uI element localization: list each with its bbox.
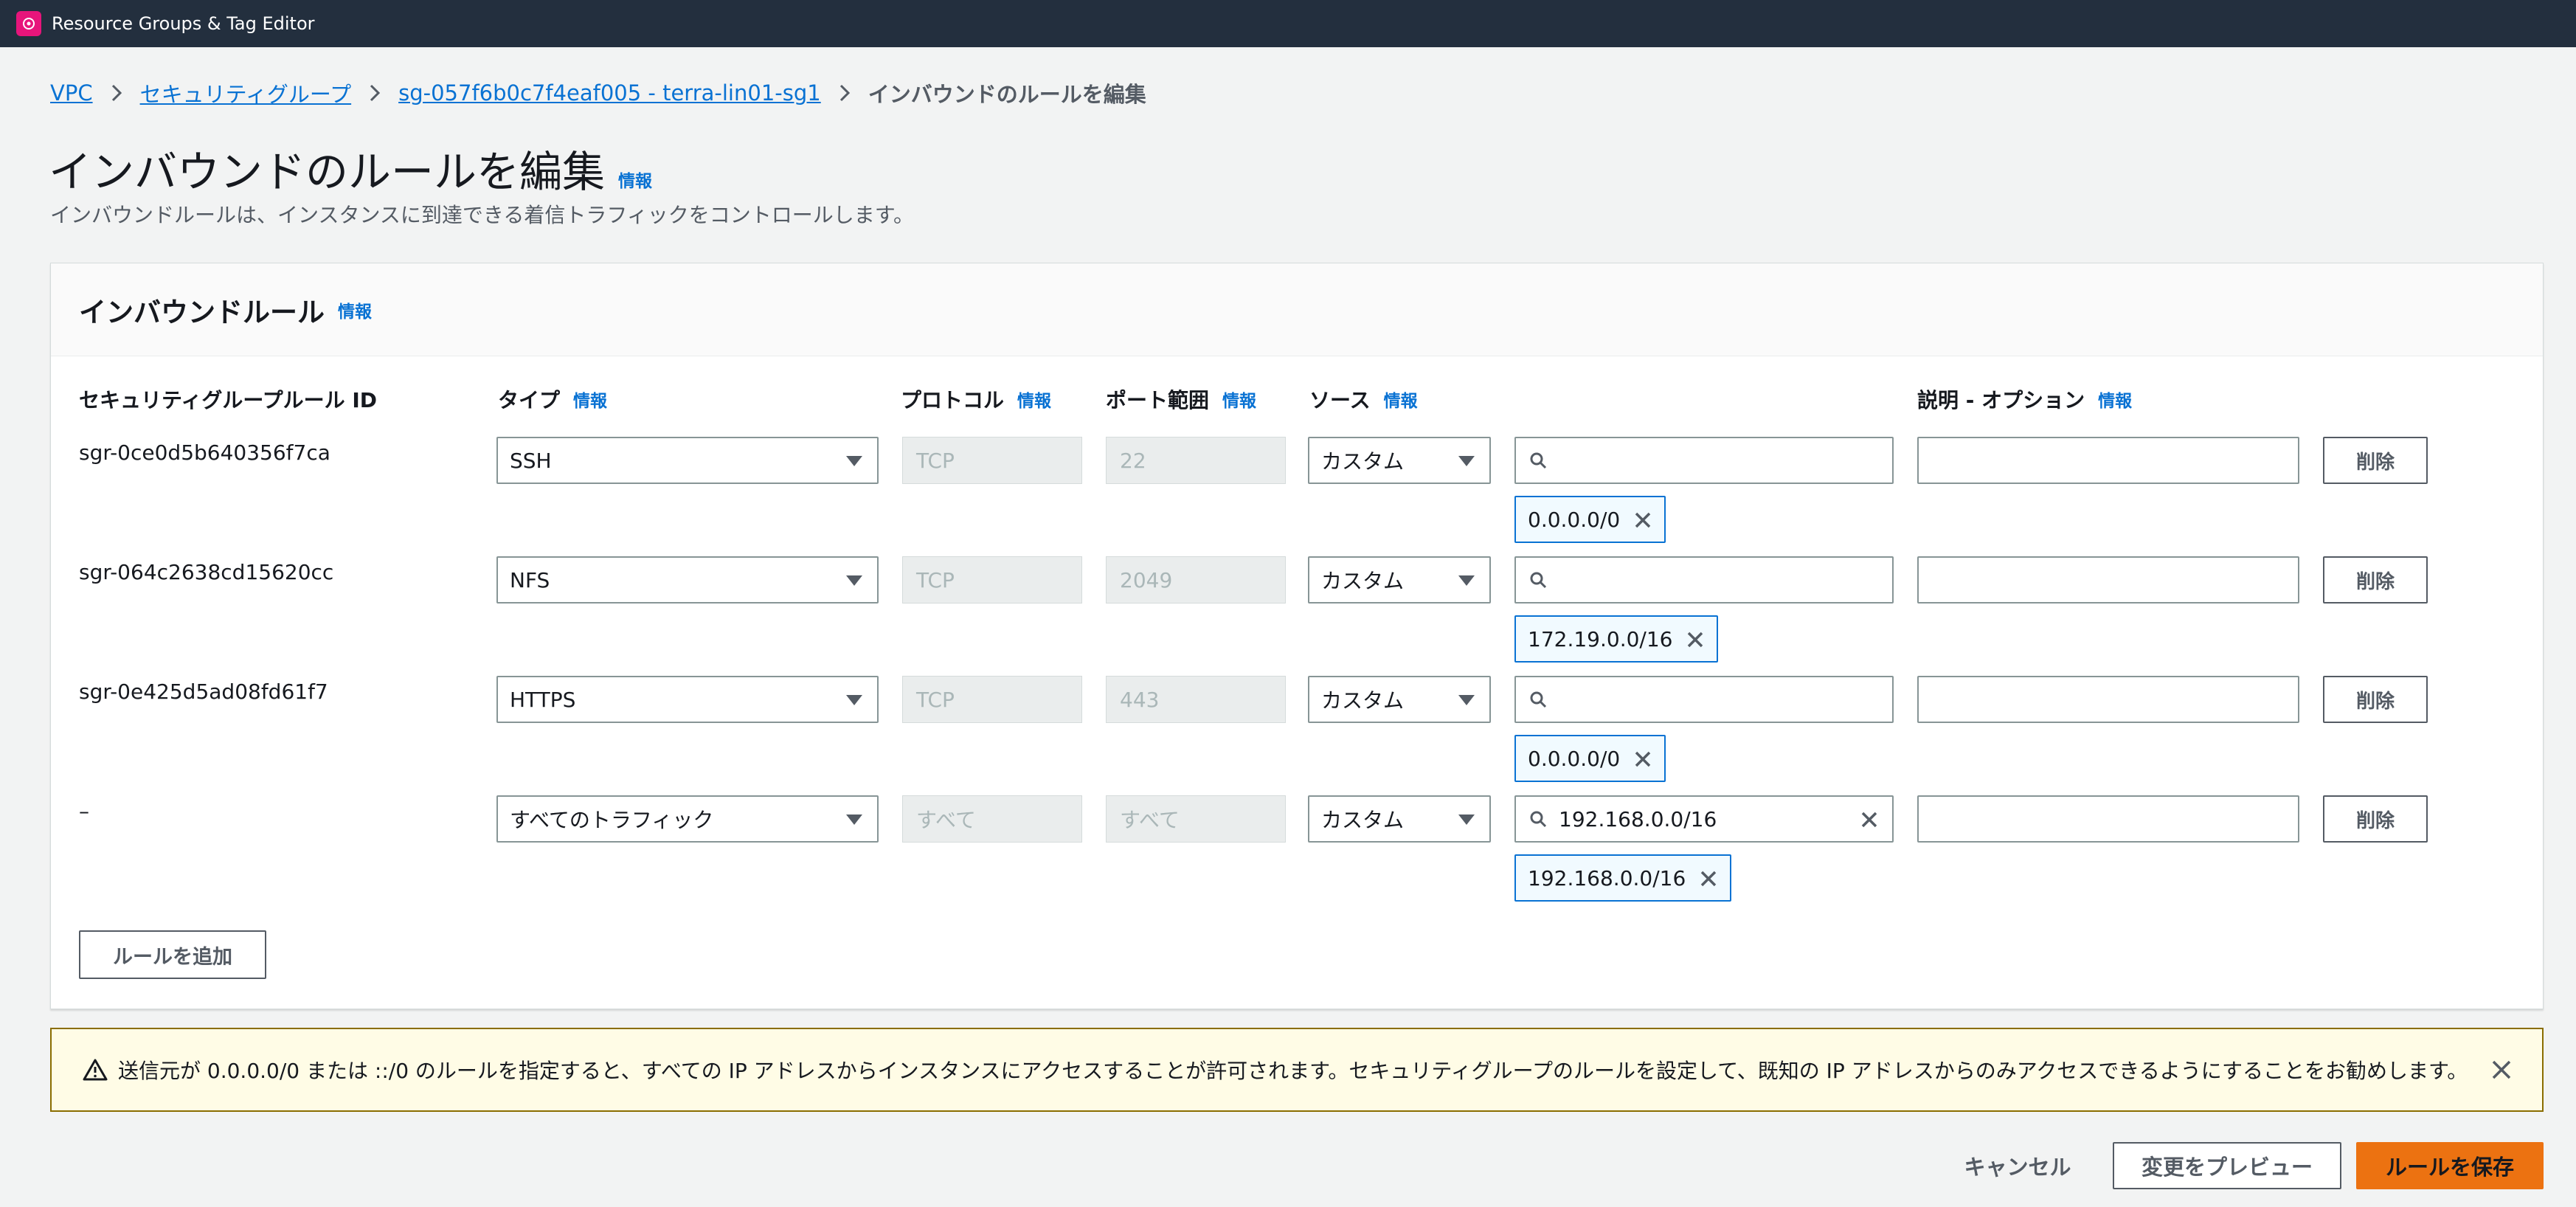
add-rule-button[interactable]: ルールを追加 [79,930,266,979]
type-select[interactable]: HTTPS [496,676,879,723]
breadcrumb-vpc[interactable]: VPC [50,80,93,106]
search-icon [1530,452,1547,469]
caret-down-icon [846,575,862,586]
port-range-info-link[interactable]: 情報 [1222,387,1256,412]
search-icon [1530,691,1547,708]
description-info-link[interactable]: 情報 [2098,387,2132,412]
chevron-right-icon [351,83,398,103]
search-icon [1530,572,1547,589]
delete-rule-button[interactable]: 削除 [2323,437,2428,484]
breadcrumb-security-groups[interactable]: セキュリティグループ [140,77,352,108]
port-range-field: 22 [1106,437,1286,484]
caret-down-icon [846,695,862,705]
source-info-link[interactable]: 情報 [1384,387,1418,412]
protocol-field: すべて [902,795,1082,843]
search-icon [1530,811,1547,828]
description-input[interactable] [1917,556,2299,604]
rule-id: – [79,799,89,823]
type-select[interactable]: SSH [496,437,879,484]
port-range-field: 2049 [1106,556,1286,604]
protocol-field: TCP [902,556,1082,604]
column-header-rule-id: セキュリティグループルール ID [79,388,378,412]
port-range-field: すべて [1106,795,1286,843]
source-token: 0.0.0.0/0 [1514,496,1666,543]
resource-groups-icon[interactable] [16,11,41,36]
source-token: 172.19.0.0/16 [1514,615,1719,663]
type-select[interactable]: NFS [496,556,879,604]
save-rules-button[interactable]: ルールを保存 [2356,1142,2544,1189]
source-type-select[interactable]: カスタム [1308,795,1491,843]
warning-alert: 送信元が 0.0.0.0/0 または ::/0 のルールを指定すると、すべての … [50,1028,2544,1112]
panel-title: インバウンドルール [79,296,325,328]
remove-token-icon[interactable] [1699,869,1718,888]
delete-rule-button[interactable]: 削除 [2323,676,2428,723]
type-info-link[interactable]: 情報 [573,387,607,412]
rule-id: sgr-0ce0d5b640356f7ca [79,440,330,465]
caret-down-icon [1458,695,1475,705]
column-header-description: 説明 - オプション 情報 [1917,387,2133,412]
cancel-button[interactable]: キャンセル [1947,1142,2088,1189]
panel-header: インバウンドルール 情報 [51,263,2543,356]
app-name[interactable]: Resource Groups & Tag Editor [52,13,315,34]
preview-changes-button[interactable]: 変更をプレビュー [2113,1142,2341,1189]
protocol-field: TCP [902,437,1082,484]
source-search-input[interactable] [1514,676,1894,723]
delete-rule-button[interactable]: 削除 [2323,556,2428,604]
description-input[interactable] [1917,437,2299,484]
page-description: インバウンドルールは、インスタンスに到達できる着信トラフィックをコントロールしま… [50,203,914,227]
source-token: 0.0.0.0/0 [1514,735,1666,782]
remove-token-icon[interactable] [1686,630,1705,649]
top-navigation-bar: Resource Groups & Tag Editor [0,0,2576,47]
description-input[interactable] [1917,676,2299,723]
source-search-input[interactable] [1514,556,1894,604]
close-icon[interactable] [2490,1059,2513,1081]
column-header-type: タイプ 情報 [498,387,608,412]
source-token: 192.168.0.0/16 [1514,854,1732,902]
source-type-select[interactable]: カスタム [1308,437,1491,484]
page-header: インバウンドのルールを編集 情報 [49,137,652,199]
inbound-rules-panel: インバウンドルール 情報 セキュリティグループルール ID タイプ 情報 プロト… [50,263,2544,1009]
page-title: インバウンドのルールを編集 [49,147,606,197]
protocol-field: TCP [902,676,1082,723]
warning-text: 送信元が 0.0.0.0/0 または ::/0 のルールを指定すると、すべての … [118,1059,2468,1083]
breadcrumb: VPC セキュリティグループ sg-057f6b0c7f4eaf005 - te… [50,78,1146,108]
description-input[interactable] [1917,795,2299,843]
source-search-input[interactable] [1514,437,1894,484]
source-type-select[interactable]: カスタム [1308,556,1491,604]
delete-rule-button[interactable]: 削除 [2323,795,2428,843]
caret-down-icon [1458,815,1475,825]
breadcrumb-current: インバウンドのルールを編集 [868,82,1146,107]
column-header-source: ソース 情報 [1309,387,1418,412]
chevron-right-icon [821,83,868,103]
rule-id: sgr-064c2638cd15620cc [79,560,334,584]
port-range-field: 443 [1106,676,1286,723]
caret-down-icon [846,815,862,825]
remove-token-icon[interactable] [1633,511,1652,530]
panel-info-link[interactable]: 情報 [338,297,372,322]
protocol-info-link[interactable]: 情報 [1017,387,1051,412]
warning-icon [83,1059,108,1081]
page-info-link[interactable]: 情報 [618,167,652,192]
caret-down-icon [1458,575,1475,586]
clear-input-icon[interactable] [1860,810,1879,829]
type-select[interactable]: すべてのトラフィック [496,795,879,843]
source-type-select[interactable]: カスタム [1308,676,1491,723]
chevron-right-icon [93,83,140,103]
column-header-protocol: プロトコル 情報 [901,387,1052,412]
column-header-port-range: ポート範囲 情報 [1106,387,1257,412]
rule-id: sgr-0e425d5ad08fd61f7 [79,679,328,704]
caret-down-icon [846,456,862,466]
breadcrumb-security-group[interactable]: sg-057f6b0c7f4eaf005 - terra-lin01-sg1 [398,80,821,106]
remove-token-icon[interactable] [1633,750,1652,769]
caret-down-icon [1458,456,1475,466]
source-search-input[interactable]: 192.168.0.0/16 [1514,795,1894,843]
